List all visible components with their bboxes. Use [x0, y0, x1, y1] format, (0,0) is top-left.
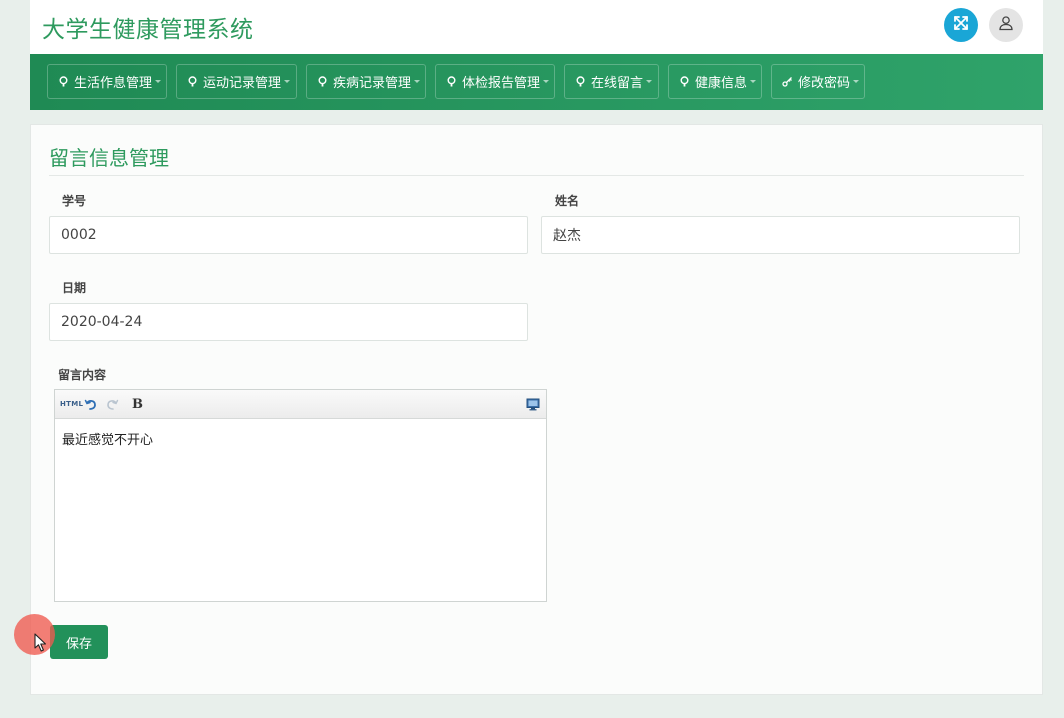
leaf-icon: [679, 76, 690, 87]
nav-item-label: 疾病记录管理: [333, 76, 412, 91]
chevron-down-icon: [284, 80, 291, 83]
leaf-icon: [317, 76, 328, 87]
nav-item-disease-records[interactable]: 疾病记录管理: [306, 64, 426, 99]
nav-item-exercise-records[interactable]: 运动记录管理: [176, 64, 297, 99]
message-content-label: 留言内容: [58, 368, 107, 382]
bold-button[interactable]: B: [132, 396, 143, 412]
main-navbar: 生活作息管理 运动记录管理 疾病记录管理 体检报告管理 在线留言 健康信息 修改…: [30, 54, 1043, 110]
nav-item-health-info[interactable]: 健康信息: [668, 64, 762, 99]
nav-item-label: 体检报告管理: [462, 76, 541, 91]
date-input[interactable]: [49, 303, 528, 341]
nav-item-label: 修改密码: [798, 76, 851, 91]
title-divider: [49, 175, 1024, 176]
nav-item-label: 在线留言: [591, 76, 644, 91]
undo-icon[interactable]: [84, 396, 97, 412]
nav-item-label: 健康信息: [695, 76, 748, 91]
app-title: 大学生健康管理系统: [42, 17, 254, 43]
nav-item-label: 运动记录管理: [203, 76, 282, 91]
leaf-icon: [446, 76, 457, 87]
preview-monitor-icon[interactable]: [526, 396, 540, 412]
nav-item-change-password[interactable]: 修改密码: [771, 64, 865, 99]
user-icon: [998, 15, 1014, 35]
message-form-card: 留言信息管理 学号 姓名 日期 留言内容 HTML B 最近感觉不开心 保存: [30, 124, 1043, 695]
fullscreen-button[interactable]: [944, 8, 978, 42]
nav-item-label: 生活作息管理: [74, 76, 153, 91]
save-button[interactable]: 保存: [50, 625, 108, 659]
key-icon: [782, 76, 793, 87]
leaf-icon: [58, 76, 69, 87]
nav-item-checkup-reports[interactable]: 体检报告管理: [435, 64, 555, 99]
date-label: 日期: [62, 281, 87, 295]
user-menu-button[interactable]: [989, 8, 1023, 42]
student-id-label: 学号: [62, 194, 87, 208]
nav-item-online-messages[interactable]: 在线留言: [564, 64, 659, 99]
message-content-area[interactable]: 最近感觉不开心: [55, 419, 546, 601]
top-header: 大学生健康管理系统: [30, 0, 1043, 54]
mouse-pointer-icon: [34, 633, 48, 657]
chevron-down-icon: [155, 80, 162, 83]
page-title: 留言信息管理: [49, 146, 169, 170]
rich-text-editor: HTML B 最近感觉不开心: [54, 389, 547, 602]
expand-arrows-icon: [952, 14, 970, 36]
nav-item-sleep-schedule[interactable]: 生活作息管理: [47, 64, 167, 99]
chevron-down-icon: [750, 80, 757, 83]
name-input[interactable]: [541, 216, 1020, 254]
name-label: 姓名: [555, 194, 580, 208]
chevron-down-icon: [414, 80, 421, 83]
html-source-button[interactable]: HTML: [60, 396, 83, 412]
leaf-icon: [575, 76, 586, 87]
student-id-input[interactable]: [49, 216, 528, 254]
redo-icon[interactable]: [106, 396, 119, 412]
chevron-down-icon: [543, 80, 550, 83]
chevron-down-icon: [853, 80, 860, 83]
editor-toolbar: HTML B: [55, 390, 546, 419]
chevron-down-icon: [646, 80, 653, 83]
leaf-icon: [187, 76, 198, 87]
